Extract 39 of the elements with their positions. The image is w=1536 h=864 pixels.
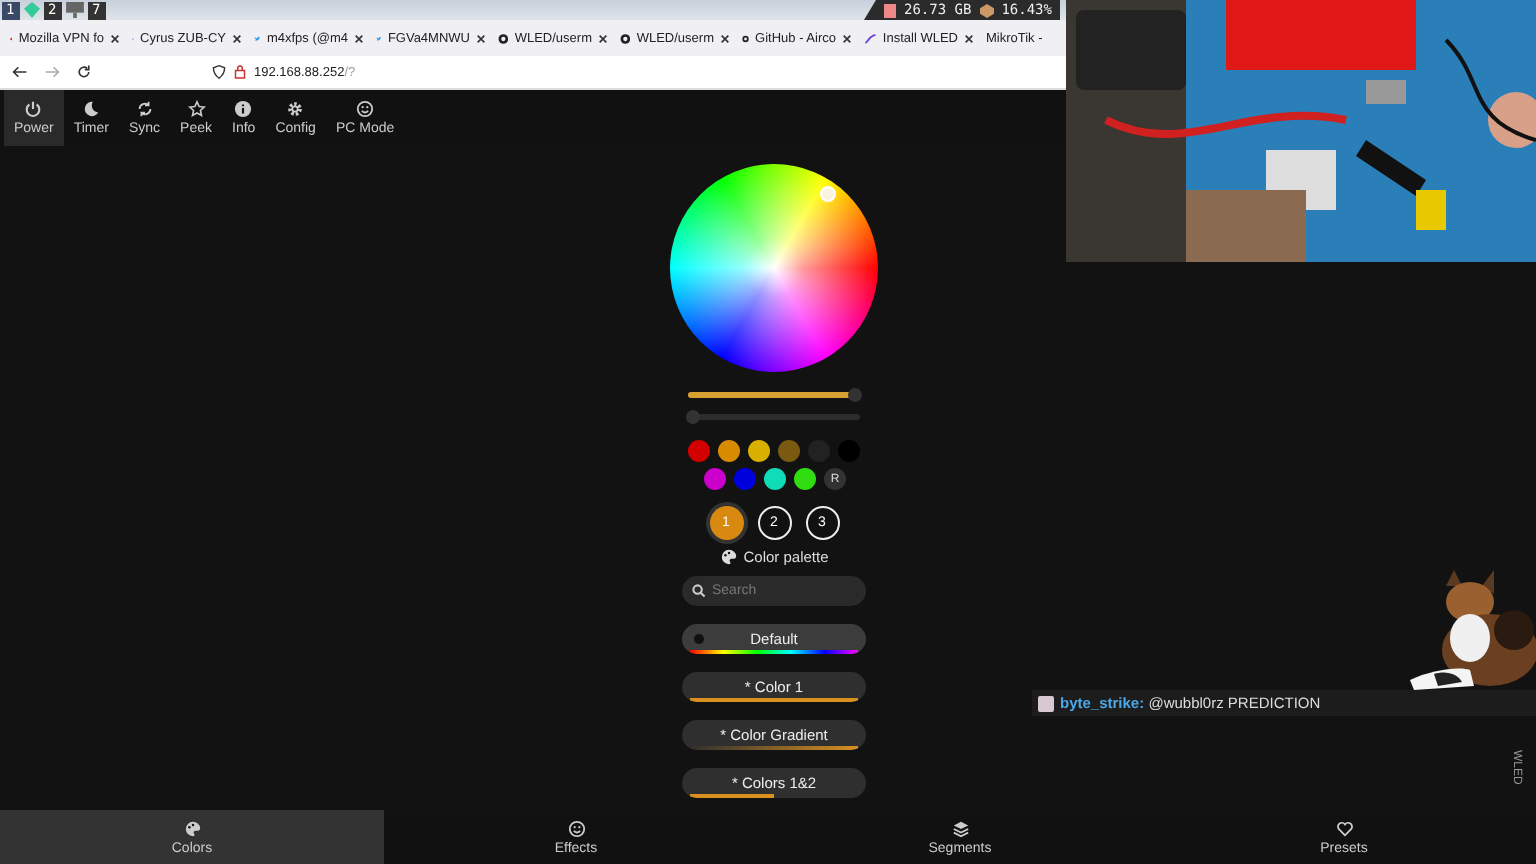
settings-icon xyxy=(286,100,305,118)
reload-icon[interactable] xyxy=(76,64,92,80)
smiley-icon xyxy=(356,100,375,118)
wheel-handle[interactable] xyxy=(820,186,836,202)
back-icon[interactable] xyxy=(12,64,28,80)
lock-icon xyxy=(234,64,246,80)
wave-icon xyxy=(864,31,877,45)
color-swatch[interactable] xyxy=(734,468,756,490)
heart-icon xyxy=(1335,819,1353,837)
color-swatch[interactable] xyxy=(764,468,786,490)
color-swatch[interactable] xyxy=(718,440,740,462)
color-swatch[interactable] xyxy=(748,440,770,462)
close-icon[interactable] xyxy=(598,33,608,43)
close-icon[interactable] xyxy=(354,33,364,43)
color-swatch[interactable] xyxy=(794,468,816,490)
star-icon xyxy=(187,100,206,118)
monitor-icon xyxy=(66,2,84,18)
close-icon[interactable] xyxy=(110,33,120,43)
power-icon xyxy=(24,100,43,118)
close-icon[interactable] xyxy=(842,33,852,43)
sync-icon xyxy=(135,100,154,118)
color-swatch[interactable] xyxy=(688,440,710,462)
color-swatch[interactable] xyxy=(704,468,726,490)
shield-icon xyxy=(212,64,226,80)
avatar-icon xyxy=(1038,695,1054,711)
slider-handle[interactable] xyxy=(847,388,862,402)
close-icon[interactable] xyxy=(476,33,486,43)
color-swatch[interactable] xyxy=(778,440,800,462)
close-icon[interactable] xyxy=(232,33,242,43)
smiley-icon xyxy=(567,819,585,837)
layers-icon xyxy=(951,819,969,837)
close-icon[interactable] xyxy=(720,33,730,43)
slider-handle[interactable] xyxy=(686,410,701,424)
close-icon[interactable] xyxy=(964,33,974,43)
palette-icon xyxy=(719,548,738,566)
palette-icon xyxy=(183,819,201,837)
search-icon xyxy=(692,584,706,598)
moon-icon xyxy=(82,100,101,118)
info-icon xyxy=(234,100,253,118)
